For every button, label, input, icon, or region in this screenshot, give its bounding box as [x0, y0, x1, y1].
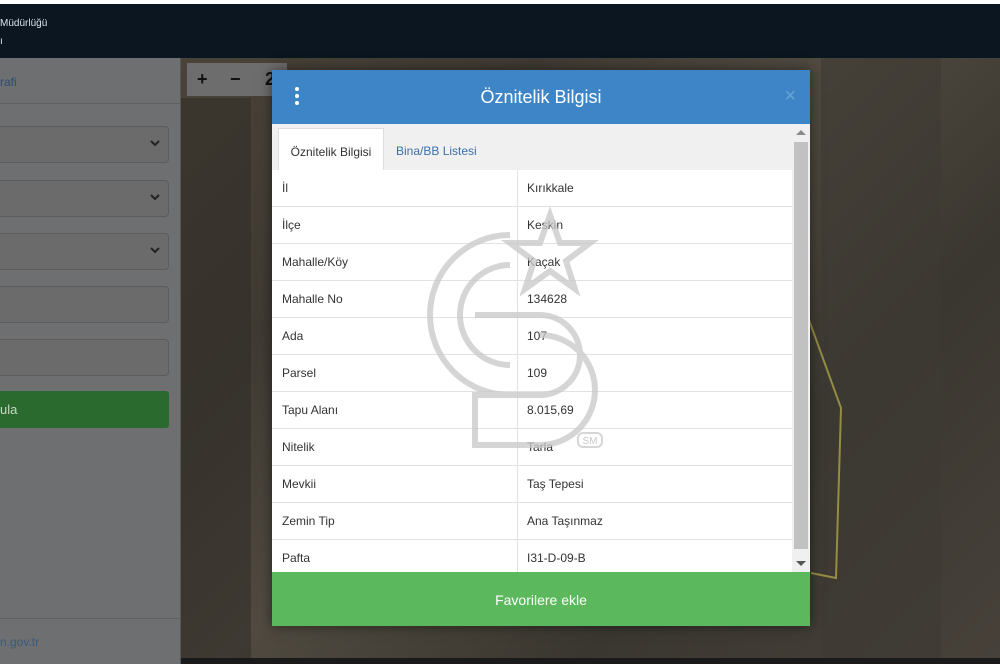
- row-value: Kırıkkale: [527, 181, 574, 195]
- neighborhood-select[interactable]: [0, 233, 169, 270]
- row-value: Tarla: [527, 440, 554, 454]
- row-key: Mahalle/Köy: [282, 255, 349, 269]
- sidebar: rafi ula n.gov.tr: [0, 58, 181, 664]
- row-value: 109: [527, 366, 548, 380]
- table-row: Tapu Alanı 8.015,69: [272, 392, 792, 429]
- row-divider: [517, 355, 518, 392]
- row-value: I31-D-09-B: [527, 551, 586, 565]
- row-divider: [517, 466, 518, 503]
- row-key: Tapu Alanı: [282, 403, 339, 417]
- tab-attribute-info[interactable]: Öznitelik Bilgisi: [278, 128, 384, 170]
- row-divider: [517, 503, 518, 540]
- row-divider: [517, 170, 518, 207]
- sidebar-tab[interactable]: rafi: [0, 58, 181, 104]
- parcel-input[interactable]: [0, 339, 169, 376]
- table-row: Mahalle No 134628: [272, 281, 792, 318]
- scroll-up-icon[interactable]: [796, 130, 806, 135]
- row-value: Ana Taşınmaz: [527, 514, 603, 528]
- row-divider: [517, 244, 518, 281]
- row-key: İl: [282, 181, 288, 195]
- chevron-down-icon: [150, 140, 160, 147]
- add-favorite-button[interactable]: Favorilere ekle: [272, 572, 810, 626]
- row-divider: [517, 318, 518, 355]
- chevron-down-icon: [150, 247, 160, 254]
- row-key: Parsel: [282, 366, 317, 380]
- row-key: Zemin Tip: [282, 514, 335, 528]
- table-row: Parsel 109: [272, 355, 792, 392]
- block-input[interactable]: [0, 286, 169, 323]
- row-divider: [517, 429, 518, 466]
- province-select[interactable]: [0, 126, 169, 163]
- row-value: 107: [527, 329, 548, 343]
- row-key: İlçe: [282, 218, 301, 232]
- row-divider: [517, 392, 518, 429]
- query-button[interactable]: ula: [0, 391, 169, 428]
- row-value: 8.015,69: [527, 403, 574, 417]
- row-key: Pafta: [282, 551, 311, 565]
- table-row: Ada 107: [272, 318, 792, 355]
- zoom-out-button[interactable]: −: [230, 69, 241, 90]
- table-row: Mahalle/Köy Kaçak: [272, 244, 792, 281]
- map-field-strip: [181, 98, 251, 664]
- zoom-in-button[interactable]: +: [197, 69, 208, 90]
- row-key: Mevkii: [282, 477, 317, 491]
- sidebar-footer: n.gov.tr: [0, 618, 181, 664]
- table-row: Nitelik Tarla: [272, 429, 792, 466]
- add-favorite-label: Favorilere ekle: [495, 592, 587, 608]
- row-value: Kaçak: [527, 255, 561, 269]
- row-value: 134628: [527, 292, 568, 306]
- table-row: İl Kırıkkale: [272, 170, 792, 207]
- row-divider: [517, 207, 518, 244]
- chevron-down-icon: [150, 194, 160, 201]
- agency-subtitle: ı: [0, 36, 3, 47]
- query-button-label: ula: [0, 402, 18, 417]
- agency-title: Müdürlüğü: [0, 18, 48, 29]
- app-header: Müdürlüğü ı: [0, 0, 1000, 58]
- row-key: Mahalle No: [282, 292, 343, 306]
- row-key: Ada: [282, 329, 304, 343]
- row-divider: [517, 281, 518, 318]
- dialog-header: Öznitelik Bilgisi ×: [272, 70, 810, 124]
- district-select[interactable]: [0, 180, 169, 217]
- close-icon[interactable]: ×: [784, 85, 796, 108]
- attribute-table: İl Kırıkkale İlçe Keskin Mahalle/Köy Kaçak …: [272, 170, 792, 577]
- table-row: Zemin Tip Ana Taşınmaz: [272, 503, 792, 540]
- table-row: Mevkii Taş Tepesi: [272, 466, 792, 503]
- row-value: Keskin: [527, 218, 564, 232]
- footer-link[interactable]: n.gov.tr: [0, 635, 39, 649]
- tab-building-list[interactable]: Bina/BB Listesi: [396, 128, 477, 170]
- map-bottom-bar: [181, 658, 1000, 664]
- table-scrollbar[interactable]: [792, 124, 810, 572]
- row-value: Taş Tepesi: [527, 477, 584, 491]
- attribute-dialog: Öznitelik Bilgisi × Öznitelik Bilgisi Bi…: [272, 70, 810, 626]
- row-key: Nitelik: [282, 440, 315, 454]
- dialog-tabs: Öznitelik Bilgisi Bina/BB Listesi: [272, 124, 810, 170]
- scrollbar-thumb[interactable]: [794, 142, 808, 549]
- dialog-title: Öznitelik Bilgisi: [480, 87, 602, 107]
- sidebar-tab-label: rafi: [0, 75, 17, 89]
- table-row: İlçe Keskin: [272, 207, 792, 244]
- scroll-down-icon[interactable]: [796, 561, 806, 566]
